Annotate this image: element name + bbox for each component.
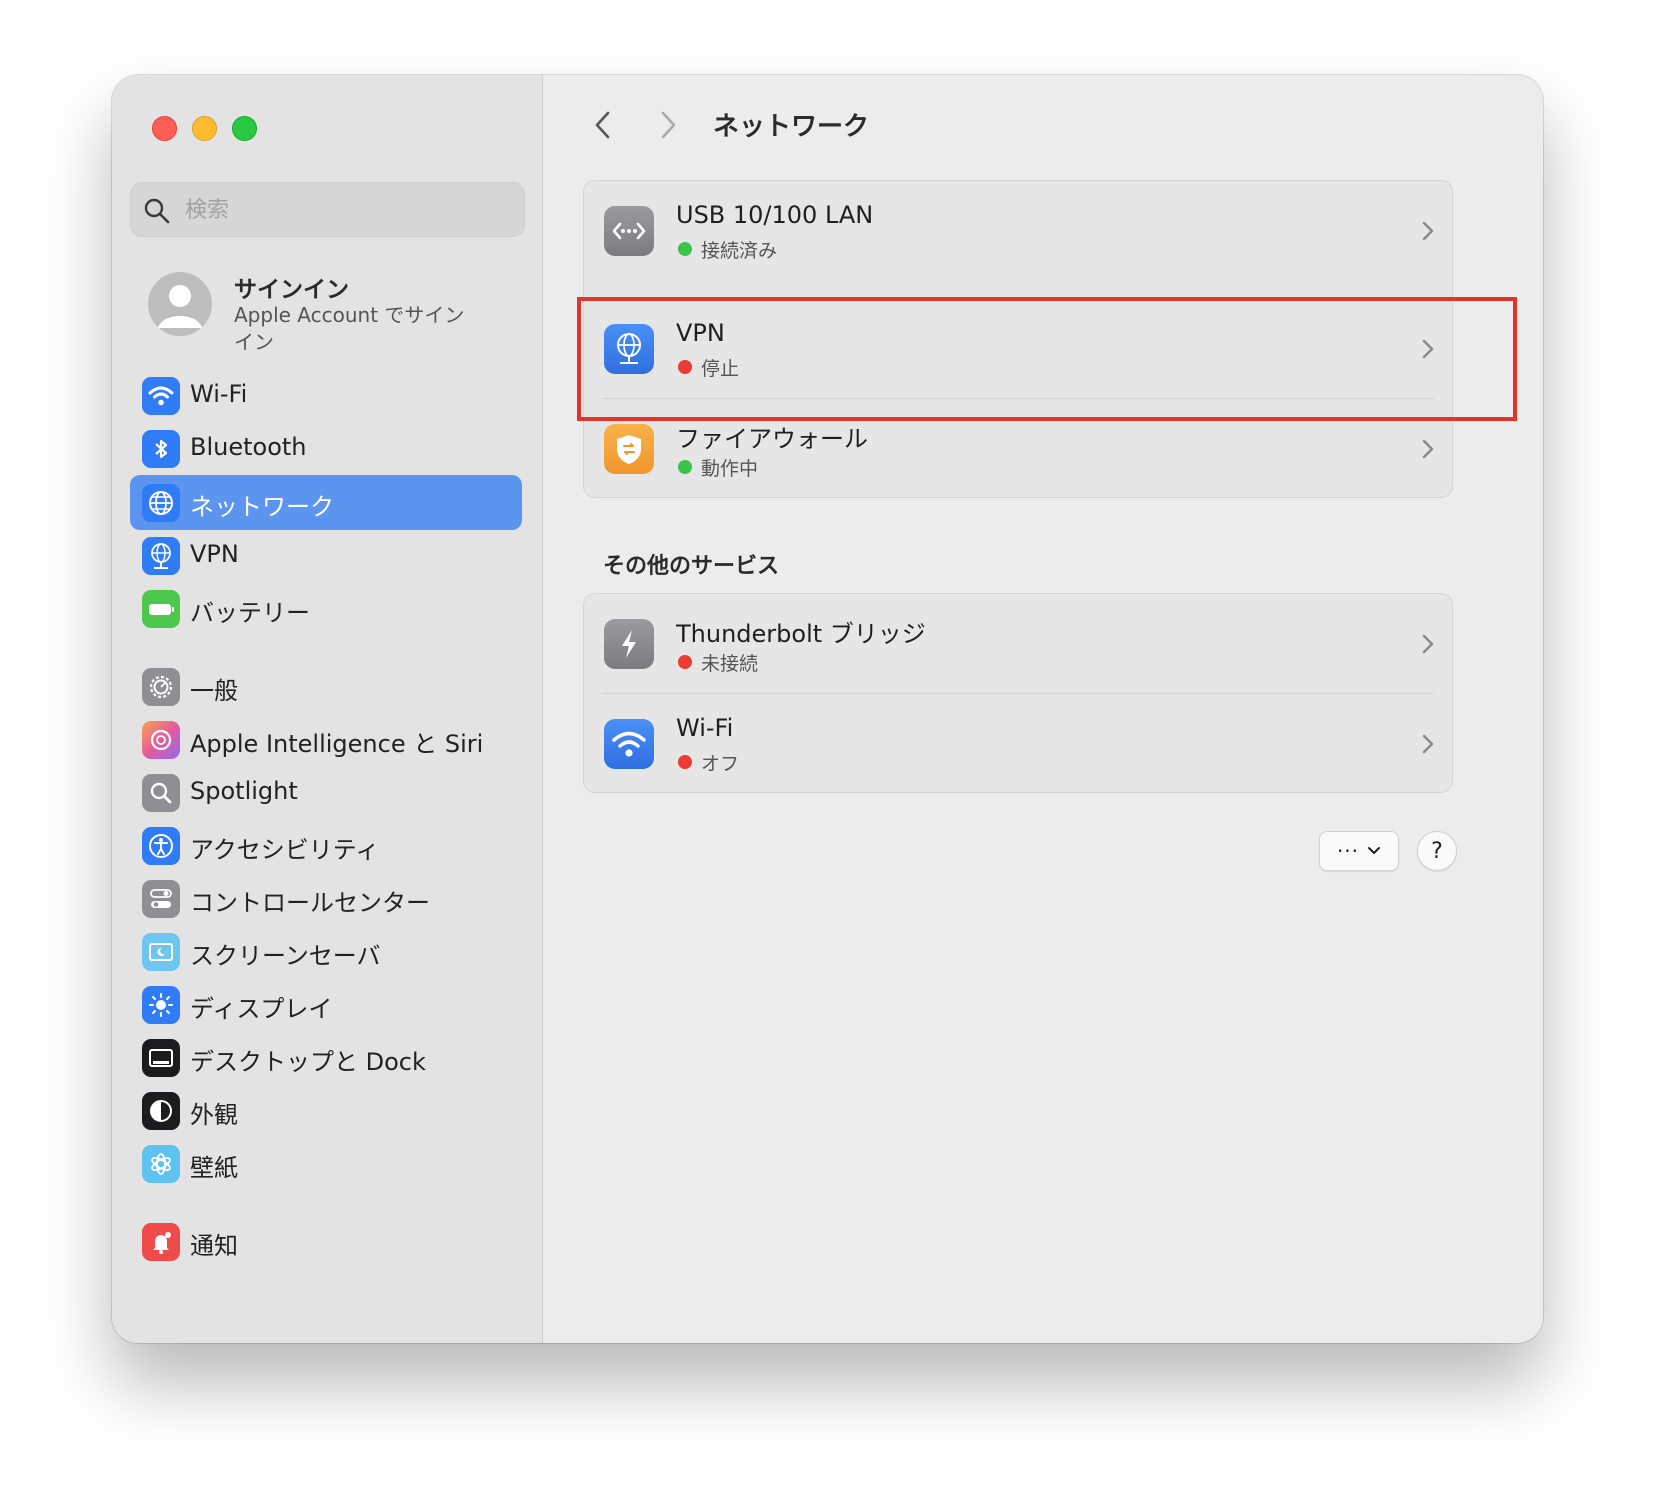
service-status: 未接続 xyxy=(701,653,759,675)
account-signin[interactable]: サインイン Apple Account でサインイン xyxy=(148,270,528,360)
sidebar-item-label: コントロールセンター xyxy=(190,889,430,917)
vpn-globe-icon xyxy=(142,537,180,575)
globe-icon xyxy=(142,484,180,522)
sidebar-item-wifi[interactable]: Wi-Fi xyxy=(130,368,522,423)
forward-button[interactable] xyxy=(648,105,688,145)
sidebar-item-vpn[interactable]: VPN xyxy=(130,528,522,583)
wifi-icon xyxy=(142,377,180,415)
back-button[interactable] xyxy=(583,105,623,145)
content-pane: ネットワーク USB 10/100 LAN 接続済み VPN 停止 ファイアウォ… xyxy=(543,75,1543,1343)
search-field[interactable] xyxy=(130,182,525,238)
close-window-button[interactable] xyxy=(152,116,177,141)
highlight-box xyxy=(577,297,1517,421)
section-title-other-services: その他のサービス xyxy=(603,554,780,579)
sidebar-item-appearance[interactable]: 外観 xyxy=(130,1083,522,1138)
service-name: Thunderbolt ブリッジ xyxy=(676,620,926,648)
sidebar-item-wallpaper[interactable]: 壁紙 xyxy=(130,1136,522,1191)
sidebar-item-label: 一般 xyxy=(190,677,238,705)
sidebar-item-label: Wi-Fi xyxy=(190,380,248,408)
chevron-right-icon xyxy=(1422,439,1434,459)
service-row-usb-lan[interactable]: USB 10/100 LAN 接続済み xyxy=(584,181,1452,281)
sidebar-item-displays[interactable]: ディスプレイ xyxy=(130,977,522,1032)
service-status: 接続済み xyxy=(701,240,778,262)
page-title: ネットワーク xyxy=(713,112,870,142)
sidebar-item-battery[interactable]: バッテリー xyxy=(130,581,522,636)
service-name: USB 10/100 LAN xyxy=(676,201,874,229)
sidebar-item-network[interactable]: ネットワーク xyxy=(130,475,522,530)
battery-icon xyxy=(142,590,180,628)
chevron-right-icon xyxy=(1422,634,1434,654)
firewall-shield-icon xyxy=(604,424,654,474)
sidebar-item-accessibility[interactable]: アクセシビリティ xyxy=(130,818,522,873)
status-dot xyxy=(678,242,692,256)
sidebar-item-spotlight[interactable]: Spotlight xyxy=(130,765,522,820)
wallpaper-icon xyxy=(142,1145,180,1183)
account-name: サインイン xyxy=(234,277,349,303)
sidebar-item-desktop-dock[interactable]: デスクトップと Dock xyxy=(130,1030,522,1085)
sidebar-item-label: アクセシビリティ xyxy=(190,836,380,864)
more-label: ··· xyxy=(1336,839,1360,863)
apple-intelligence-icon xyxy=(142,721,180,759)
sidebar-item-label: VPN xyxy=(190,540,239,568)
gear-icon xyxy=(142,668,180,706)
control-center-icon xyxy=(142,880,180,918)
account-subtitle: Apple Account でサインイン xyxy=(234,303,465,354)
sidebar-item-screen-saver[interactable]: スクリーンセーバ xyxy=(130,924,522,979)
sidebar-item-apple-intelligence[interactable]: Apple Intelligence と Siri xyxy=(130,712,522,767)
chevron-left-icon xyxy=(595,111,610,139)
service-status: 動作中 xyxy=(701,458,759,480)
desktop-dock-icon xyxy=(142,1039,180,1077)
service-name: ファイアウォール xyxy=(676,425,868,453)
appearance-icon xyxy=(142,1092,180,1130)
person-icon xyxy=(158,285,202,328)
sidebar-item-general[interactable]: 一般 xyxy=(130,659,522,714)
chevron-right-icon xyxy=(661,111,676,139)
zoom-window-button[interactable] xyxy=(232,116,257,141)
service-row-wifi[interactable]: Wi-Fi オフ xyxy=(584,694,1452,794)
chevron-right-icon xyxy=(1422,221,1434,241)
status-dot xyxy=(678,755,692,769)
sidebar-item-bluetooth[interactable]: Bluetooth xyxy=(130,421,522,476)
avatar xyxy=(148,272,212,336)
notifications-bell-icon xyxy=(142,1223,180,1261)
search-input[interactable] xyxy=(183,183,517,238)
search-icon xyxy=(144,198,170,224)
sidebar-item-label: バッテリー xyxy=(190,599,310,627)
thunderbolt-icon xyxy=(604,619,654,669)
other-services-card: Thunderbolt ブリッジ 未接続 Wi-Fi オフ xyxy=(583,593,1453,793)
minimize-window-button[interactable] xyxy=(192,116,217,141)
bluetooth-icon xyxy=(142,430,180,468)
display-brightness-icon xyxy=(142,986,180,1024)
sidebar-item-label: 外観 xyxy=(190,1101,238,1129)
help-button[interactable]: ? xyxy=(1417,831,1457,871)
sidebar-item-control-center[interactable]: コントロールセンター xyxy=(130,871,522,926)
sidebar-item-label: ネットワーク xyxy=(190,493,334,521)
sidebar-item-label: スクリーンセーバ xyxy=(190,942,381,970)
sidebar-item-label: 壁紙 xyxy=(190,1154,238,1182)
screen-saver-icon xyxy=(142,933,180,971)
sidebar-item-label: Bluetooth xyxy=(190,433,307,461)
service-row-thunderbolt[interactable]: Thunderbolt ブリッジ 未接続 xyxy=(584,594,1452,694)
ethernet-icon xyxy=(604,206,654,256)
sidebar-item-label: デスクトップと Dock xyxy=(190,1048,426,1076)
accessibility-icon xyxy=(142,827,180,865)
sidebar-item-label: Spotlight xyxy=(190,777,298,805)
chevron-right-icon xyxy=(1422,734,1434,754)
status-dot xyxy=(678,460,692,474)
status-dot xyxy=(678,655,692,669)
service-status: オフ xyxy=(701,753,740,775)
wifi-icon xyxy=(604,719,654,769)
settings-window: サインイン Apple Account でサインイン Wi-Fi Bluetoo… xyxy=(112,75,1543,1343)
sidebar-item-notifications[interactable]: 通知 xyxy=(130,1214,522,1269)
sidebar-item-label: Apple Intelligence と Siri xyxy=(190,730,484,758)
spotlight-search-icon xyxy=(142,774,180,812)
service-name: Wi-Fi xyxy=(676,714,734,742)
sidebar-item-label: ディスプレイ xyxy=(190,995,333,1023)
more-actions-button[interactable]: ··· xyxy=(1319,831,1399,871)
sidebar-item-label: 通知 xyxy=(190,1232,238,1260)
chevron-down-icon xyxy=(1368,847,1381,854)
sidebar: サインイン Apple Account でサインイン Wi-Fi Bluetoo… xyxy=(112,75,543,1343)
